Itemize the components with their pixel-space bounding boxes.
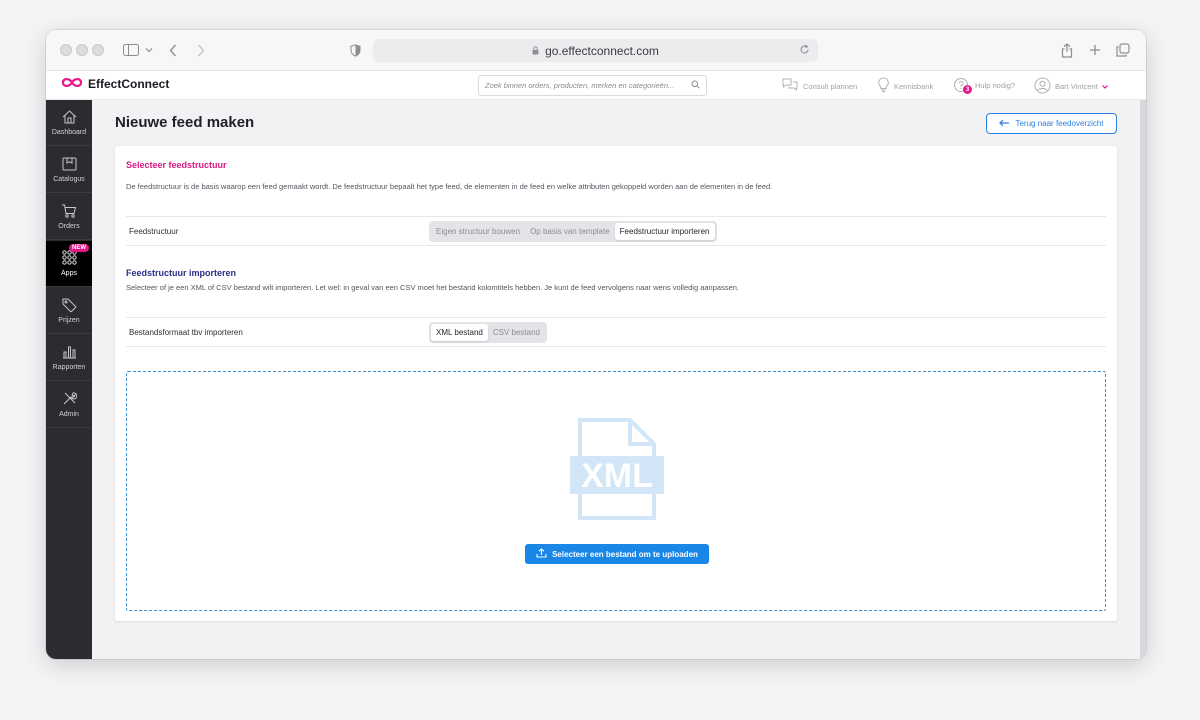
global-search-input[interactable]: Zoek binnen orders, producten, merken en… bbox=[478, 75, 707, 96]
tools-icon bbox=[62, 391, 77, 408]
back-button-label: Terug naar feedoverzicht bbox=[1015, 119, 1104, 128]
home-icon bbox=[62, 109, 77, 126]
arrow-left-icon bbox=[999, 119, 1010, 129]
file-format-row: Bestandsformaat tbv importeren XML besta… bbox=[126, 317, 1106, 347]
sidebar-item-label: Apps bbox=[61, 270, 77, 277]
sidebar-item-label: Catalogus bbox=[53, 175, 85, 183]
user-name: Bart Vintcent bbox=[1055, 82, 1098, 91]
user-menu[interactable]: Bart Vintcent bbox=[1034, 77, 1108, 96]
forward-icon[interactable] bbox=[194, 40, 208, 60]
browser-window: go.effectconnect.com EffectConnect Zoek … bbox=[46, 30, 1146, 659]
sidebar-item-prijzen[interactable]: Prijzen bbox=[46, 288, 92, 334]
file-type-label: XML bbox=[581, 457, 653, 495]
lock-icon bbox=[532, 44, 539, 58]
feed-card: Selecteer feedstructuur De feedstructuur… bbox=[115, 146, 1117, 621]
lightbulb-icon bbox=[877, 77, 890, 95]
option-xml-file[interactable]: XML bestand bbox=[431, 324, 488, 341]
infinity-logo-icon bbox=[61, 77, 83, 91]
file-format-toggle: XML bestand CSV bestand bbox=[429, 322, 547, 343]
page-scrollbar[interactable] bbox=[1140, 100, 1146, 659]
sidebar-item-apps[interactable]: NEW Apps bbox=[46, 241, 92, 287]
share-icon[interactable] bbox=[1060, 40, 1074, 60]
address-bar[interactable]: go.effectconnect.com bbox=[373, 39, 818, 62]
back-icon[interactable] bbox=[166, 40, 180, 60]
bar-chart-icon bbox=[62, 345, 77, 361]
sidebar-item-dashboard[interactable]: Dashboard bbox=[46, 100, 92, 146]
upload-button-label: Selecteer een bestand om te uploaden bbox=[552, 549, 698, 559]
consult-label: Consult plannen bbox=[803, 81, 858, 91]
brand-name: EffectConnect bbox=[88, 77, 170, 91]
close-window-button[interactable] bbox=[60, 44, 72, 56]
structure-section-title: Selecteer feedstructuur bbox=[126, 160, 227, 170]
feed-structure-label: Feedstructuur bbox=[129, 227, 179, 236]
search-icon[interactable] bbox=[691, 80, 700, 91]
file-dropzone[interactable]: XML Selecteer een bestand om te uploaden bbox=[126, 371, 1106, 611]
upload-icon bbox=[536, 548, 547, 560]
page-title: Nieuwe feed maken bbox=[115, 114, 255, 131]
feed-structure-row: Feedstructuur Eigen structuur bouwen Op … bbox=[126, 216, 1106, 246]
consult-planning-link[interactable]: Consult plannen bbox=[781, 77, 857, 95]
browser-toolbar: go.effectconnect.com bbox=[46, 30, 1146, 71]
knowledge-label: Kennisbank bbox=[894, 81, 934, 91]
new-badge: NEW bbox=[69, 244, 89, 252]
sidebar-item-label: Orders bbox=[58, 222, 80, 230]
new-tab-icon[interactable] bbox=[1088, 40, 1102, 60]
sidebar-item-catalogus[interactable]: Catalogus bbox=[46, 147, 92, 193]
sidebar-item-rapporten[interactable]: Rapporten bbox=[46, 335, 92, 381]
chat-bubbles-icon bbox=[781, 77, 799, 95]
chevron-down-icon bbox=[1101, 82, 1108, 91]
app-header: EffectConnect Zoek binnen orders, produc… bbox=[46, 71, 1146, 100]
sidebar-item-label: Admin bbox=[59, 411, 79, 418]
main-content: Nieuwe feed maken Terug naar feedoverzic… bbox=[92, 100, 1140, 659]
option-csv-file[interactable]: CSV bestand bbox=[488, 324, 545, 341]
url-text: go.effectconnect.com bbox=[545, 43, 659, 58]
user-avatar-icon bbox=[1034, 77, 1051, 96]
minimize-window-button[interactable] bbox=[76, 44, 88, 56]
cart-icon bbox=[61, 204, 77, 220]
tab-overview-icon[interactable] bbox=[1116, 40, 1130, 60]
apps-grid-icon bbox=[61, 250, 77, 267]
sidebar-item-label: Dashboard bbox=[51, 128, 87, 136]
help-link[interactable]: 3 Hulp nodig? bbox=[953, 77, 1016, 94]
sidebar-item-orders[interactable]: Orders bbox=[46, 194, 92, 240]
option-own-structure[interactable]: Eigen structuur bouwen bbox=[431, 223, 525, 240]
shield-icon[interactable] bbox=[348, 40, 362, 60]
sidebar-item-label: Rapporten bbox=[52, 363, 86, 371]
option-import-structure[interactable]: Feedstructuur importeren bbox=[614, 223, 715, 240]
sidebar-item-label: Prijzen bbox=[58, 316, 80, 324]
box-icon bbox=[62, 157, 77, 173]
zoom-window-button[interactable] bbox=[92, 44, 104, 56]
file-format-label: Bestandsformaat tbv importeren bbox=[129, 328, 243, 337]
help-label: Hulp nodig? bbox=[975, 80, 1016, 90]
structure-description: De feedstructuur is de basis waarop een … bbox=[126, 182, 773, 191]
xml-file-icon: XML bbox=[570, 418, 664, 527]
option-template[interactable]: Op basis van template bbox=[525, 223, 615, 240]
price-tag-icon bbox=[62, 298, 77, 314]
knowledge-base-link[interactable]: Kennisbank bbox=[877, 77, 933, 95]
back-to-feed-overview-button[interactable]: Terug naar feedoverzicht bbox=[986, 113, 1117, 134]
feed-structure-toggle: Eigen structuur bouwen Op basis van temp… bbox=[429, 221, 717, 242]
sidebar: Dashboard Catalogus Orders NEW Apps Prij… bbox=[46, 100, 92, 659]
help-question-icon: 3 bbox=[953, 77, 972, 94]
import-description: Selecteer of je een XML of CSV bestand w… bbox=[126, 283, 740, 292]
search-placeholder: Zoek binnen orders, producten, merken en… bbox=[485, 81, 675, 90]
reload-icon[interactable] bbox=[799, 44, 810, 58]
chevron-down-icon[interactable] bbox=[144, 40, 154, 60]
help-notification-badge: 3 bbox=[963, 85, 972, 94]
upload-file-button[interactable]: Selecteer een bestand om te uploaden bbox=[525, 544, 709, 564]
sidebar-toggle-icon[interactable] bbox=[120, 40, 142, 60]
import-section-title: Feedstructuur importeren bbox=[126, 268, 237, 278]
brand-logo[interactable]: EffectConnect bbox=[61, 77, 169, 91]
sidebar-item-admin[interactable]: Admin bbox=[46, 382, 92, 428]
